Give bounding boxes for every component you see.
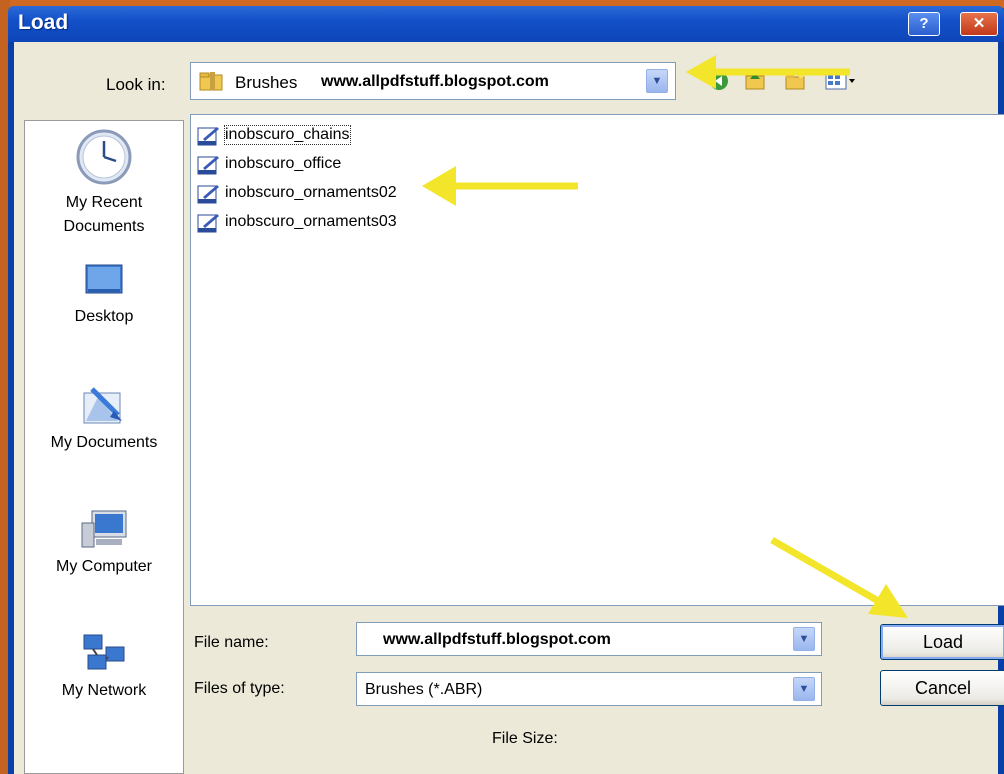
- place-label: My Documents: [50, 434, 158, 451]
- file-name-value: www.allpdfstuff.blogspot.com: [383, 631, 611, 648]
- place-label: Desktop: [74, 308, 134, 325]
- brush-file-icon: [197, 127, 219, 146]
- file-name: inobscuro_ornaments03: [225, 213, 397, 230]
- place-my-computer[interactable]: My Computer: [25, 505, 183, 579]
- dialog-title: Load: [18, 11, 69, 34]
- look-in-watermark-text: www.allpdfstuff.blogspot.com: [321, 73, 549, 90]
- look-in-dropdown[interactable]: Brushes www.allpdfstuff.blogspot.com ▼: [190, 62, 676, 100]
- cancel-button[interactable]: Cancel: [880, 670, 1004, 706]
- files-of-type-dropdown[interactable]: Brushes (*.ABR) ▼: [356, 672, 822, 706]
- look-in-dropdown-arrow[interactable]: ▼: [646, 69, 668, 93]
- place-label-line2: Documents: [63, 218, 145, 235]
- load-dialog: Load ? ✕ Look in: Brushes www.allpdfstuf…: [8, 6, 1004, 774]
- place-label-line1: My Recent: [65, 194, 143, 211]
- close-button[interactable]: ✕: [960, 12, 998, 36]
- file-name-input[interactable]: www.allpdfstuff.blogspot.com ▼: [356, 622, 822, 656]
- help-button[interactable]: ?: [908, 12, 940, 36]
- file-name: inobscuro_office: [225, 155, 342, 172]
- place-label: My Network: [61, 682, 147, 699]
- folder-icon: [199, 72, 223, 91]
- place-my-recent-documents[interactable]: My Recent Documents: [25, 127, 183, 239]
- my-documents-icon: [83, 387, 122, 424]
- view-menu-icon[interactable]: [824, 70, 858, 92]
- network-icon: [83, 634, 125, 670]
- file-name-label: File name:: [194, 634, 269, 651]
- brush-file-icon: [197, 214, 219, 233]
- file-list[interactable]: inobscuro_chains inobscuro_office inobsc…: [190, 114, 1004, 606]
- computer-icon: [81, 510, 127, 548]
- file-name: inobscuro_chains: [224, 125, 351, 145]
- place-label: My Computer: [55, 558, 153, 575]
- file-size-label: File Size:: [492, 730, 558, 747]
- desktop-icon: [85, 264, 123, 294]
- file-name: inobscuro_ornaments02: [225, 184, 397, 201]
- file-name-dropdown-arrow[interactable]: ▼: [793, 627, 815, 651]
- look-in-value: Brushes: [235, 73, 298, 92]
- place-my-network[interactable]: My Network: [25, 629, 183, 703]
- title-bar[interactable]: Load ? ✕: [8, 6, 1004, 42]
- place-my-documents[interactable]: My Documents: [25, 381, 183, 455]
- brush-file-icon: [197, 185, 219, 204]
- look-in-label: Look in:: [106, 75, 166, 94]
- dialog-client-area: Look in: Brushes www.allpdfstuff.blogspo…: [14, 42, 1004, 774]
- load-button[interactable]: Load: [880, 624, 1004, 660]
- files-of-type-label: Files of type:: [194, 680, 285, 697]
- up-folder-icon[interactable]: [744, 70, 766, 92]
- files-of-type-dropdown-arrow[interactable]: ▼: [793, 677, 815, 701]
- back-icon[interactable]: [708, 70, 730, 92]
- new-folder-icon[interactable]: [784, 70, 806, 92]
- files-of-type-value: Brushes (*.ABR): [365, 681, 483, 698]
- brush-file-icon: [197, 156, 219, 175]
- places-bar: My Recent Documents Desktop My Documents…: [24, 120, 184, 774]
- place-desktop[interactable]: Desktop: [25, 261, 183, 329]
- clock-icon: [76, 129, 132, 185]
